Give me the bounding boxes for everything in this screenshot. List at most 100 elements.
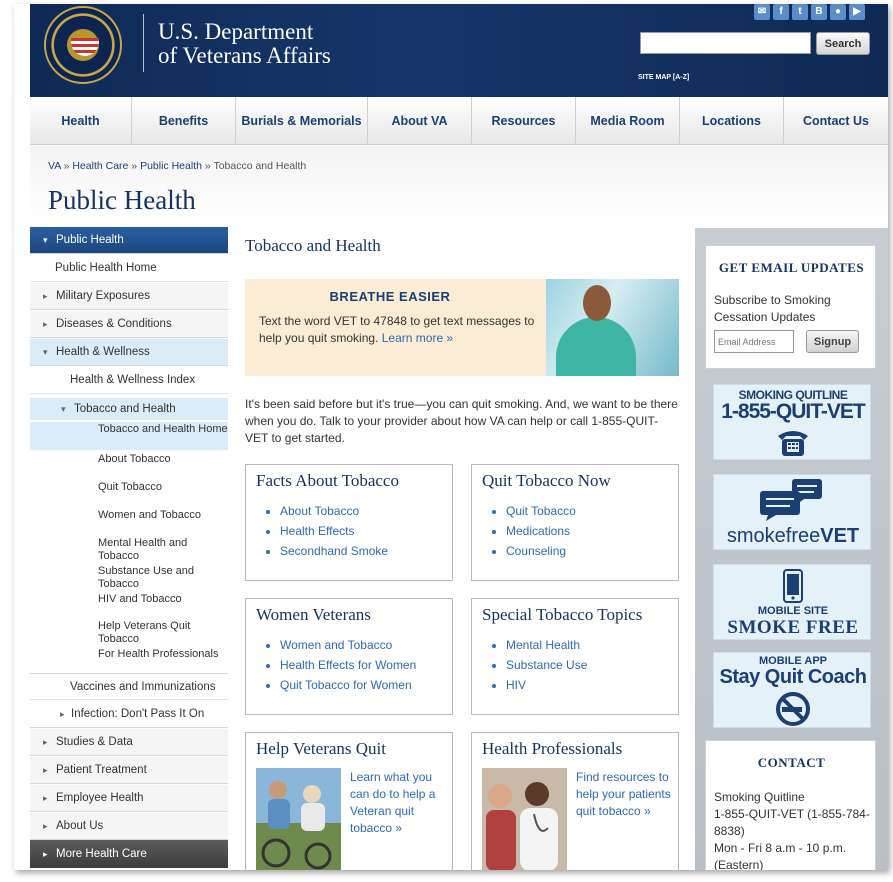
leftnav-sub-about-tobacco[interactable]: About Tobacco bbox=[30, 453, 228, 466]
mobile-app-title: Stay Quit Coach bbox=[719, 666, 867, 688]
box-title[interactable]: Health Professionals bbox=[482, 739, 622, 759]
promo-learn-more-link[interactable]: Learn more » bbox=[382, 331, 453, 345]
health-professionals-link[interactable]: Find resources to help your patients qui… bbox=[576, 769, 674, 820]
search-button[interactable]: Search bbox=[816, 32, 870, 55]
email-icon[interactable]: ✉ bbox=[754, 4, 770, 20]
help-veterans-link[interactable]: Learn what you can do to help a Veteran … bbox=[350, 769, 448, 837]
leftnav-employee-health[interactable]: Employee Health bbox=[30, 785, 228, 812]
leftnav-infection[interactable]: Infection: Don't Pass It On bbox=[30, 701, 228, 728]
quitline-number: 1-855-QUIT-VET bbox=[721, 400, 866, 423]
social-icons: ✉ f t B ● ▶ bbox=[754, 4, 865, 22]
title-band: VA » Health Care » Public Health » Tobac… bbox=[30, 145, 888, 225]
link-hiv[interactable]: HIV bbox=[506, 675, 587, 695]
leftnav-health-wellness[interactable]: Health & Wellness bbox=[30, 339, 228, 366]
email-field[interactable] bbox=[714, 330, 794, 353]
person-image bbox=[556, 317, 636, 376]
leftnav-sub-mental-health-tobacco[interactable]: Mental Health and Tobacco bbox=[30, 537, 190, 563]
leftnav-sub-quit-tobacco[interactable]: Quit Tobacco bbox=[30, 481, 228, 494]
nav-health[interactable]: Health bbox=[30, 97, 132, 145]
signup-button[interactable]: Signup bbox=[806, 330, 859, 353]
link-health-effects[interactable]: Health Effects bbox=[280, 521, 388, 541]
section-title: Tobacco and Health bbox=[245, 236, 381, 255]
nav-contact-us[interactable]: Contact Us bbox=[784, 97, 888, 145]
mobile-app-card[interactable]: MOBILE APP Stay Quit Coach bbox=[713, 652, 871, 728]
leftnav-sub-tobacco-home[interactable]: Tobacco and Health Home bbox=[30, 422, 228, 450]
leftnav-sub-women-tobacco[interactable]: Women and Tobacco bbox=[30, 509, 228, 522]
main-content: Tobacco and Health BREATHE EASIER Text t… bbox=[245, 227, 681, 870]
link-health-effects-women[interactable]: Health Effects for Women bbox=[280, 655, 416, 675]
link-about-tobacco[interactable]: About Tobacco bbox=[280, 501, 388, 521]
va-seal-logo[interactable] bbox=[44, 6, 122, 84]
box-title[interactable]: Women Veterans bbox=[256, 605, 371, 625]
smokefreevet-wordmark: smokefreeVET bbox=[714, 525, 872, 548]
link-quit-tobacco[interactable]: Quit Tobacco bbox=[506, 501, 576, 521]
leftnav-studies-data[interactable]: Studies & Data bbox=[30, 729, 228, 756]
smokefreevet-card[interactable]: smokefreeVET bbox=[713, 474, 871, 550]
contact-title: CONTACT bbox=[757, 755, 826, 770]
mobile-site-card[interactable]: MOBILE SITE SMOKE FREE bbox=[713, 564, 871, 640]
link-quit-tobacco-women[interactable]: Quit Tobacco for Women bbox=[280, 675, 416, 695]
header-divider bbox=[143, 14, 144, 72]
breadcrumb-current: Tobacco and Health bbox=[213, 160, 307, 172]
facebook-icon[interactable]: f bbox=[773, 4, 789, 20]
mobile-phone-icon bbox=[783, 569, 803, 603]
link-women-tobacco[interactable]: Women and Tobacco bbox=[280, 635, 416, 655]
leftnav-health-wellness-index[interactable]: Health & Wellness Index bbox=[30, 367, 228, 394]
sitemap-link[interactable]: SITE MAP [A-Z] bbox=[638, 74, 689, 81]
link-secondhand-smoke[interactable]: Secondhand Smoke bbox=[280, 541, 388, 561]
box-quit-tobacco-now: Quit Tobacco Now Quit Tobacco Medication… bbox=[471, 464, 679, 581]
breathe-easier-promo: BREATHE EASIER Text the word VET to 4784… bbox=[245, 279, 679, 376]
leftnav-about-us[interactable]: About Us bbox=[30, 813, 228, 840]
email-updates-title: GET EMAIL UPDATES bbox=[718, 260, 865, 275]
leftnav-vaccines[interactable]: Vaccines and Immunizations bbox=[30, 673, 228, 700]
breadcrumb-sep: » bbox=[63, 160, 70, 172]
leftnav-sub-hiv-tobacco[interactable]: HIV and Tobacco bbox=[30, 593, 228, 606]
breadcrumb-health-care[interactable]: Health Care bbox=[72, 160, 128, 172]
nav-resources[interactable]: Resources bbox=[472, 97, 576, 145]
twitter-icon[interactable]: t bbox=[792, 4, 808, 20]
box-title[interactable]: Quit Tobacco Now bbox=[482, 471, 611, 491]
leftnav-public-health-home[interactable]: Public Health Home bbox=[30, 255, 228, 282]
leftnav-sub-health-professionals[interactable]: For Health Professionals bbox=[30, 648, 228, 661]
masthead: U.S. Department of Veterans Affairs ✉ f … bbox=[30, 4, 888, 97]
box-title[interactable]: Facts About Tobacco bbox=[256, 471, 399, 491]
breadcrumb-public-health[interactable]: Public Health bbox=[140, 160, 202, 172]
leftnav-military-exposures[interactable]: Military Exposures bbox=[30, 283, 228, 310]
flickr-icon[interactable]: ● bbox=[830, 4, 846, 20]
blogger-icon[interactable]: B bbox=[811, 4, 827, 20]
leftnav-public-health[interactable]: Public Health bbox=[30, 227, 228, 254]
search-input[interactable] bbox=[640, 32, 811, 54]
nav-media-room[interactable]: Media Room bbox=[576, 97, 680, 145]
quitline-card[interactable]: SMOKING QUITLINE 1-855-QUIT-VET bbox=[713, 384, 871, 460]
link-counseling[interactable]: Counseling bbox=[506, 541, 576, 561]
link-substance-use[interactable]: Substance Use bbox=[506, 655, 587, 675]
nav-about-va[interactable]: About VA bbox=[368, 97, 472, 145]
leftnav-tobacco-health[interactable]: Tobacco and Health bbox=[30, 398, 228, 420]
nav-burials-memorials[interactable]: Burials & Memorials bbox=[236, 97, 368, 145]
leftnav-patient-treatment[interactable]: Patient Treatment bbox=[30, 757, 228, 784]
department-name-line1[interactable]: U.S. Department bbox=[158, 19, 313, 45]
department-name-line2[interactable]: of Veterans Affairs bbox=[158, 43, 331, 69]
breadcrumb: VA » Health Care » Public Health » Tobac… bbox=[48, 160, 306, 172]
leftnav-more-health-care[interactable]: More Health Care bbox=[30, 840, 228, 868]
contact-phone: 1-855-QUIT-VET (1-855-784-8838) bbox=[714, 807, 870, 838]
box-women-veterans: Women Veterans Women and Tobacco Health … bbox=[245, 598, 453, 715]
email-updates-text: Subscribe to Smoking Cessation Updates bbox=[714, 293, 831, 324]
leftnav-diseases-conditions[interactable]: Diseases & Conditions bbox=[30, 311, 228, 338]
promo-text: Text the word VET to 47848 to get text m… bbox=[259, 313, 539, 347]
box-special-tobacco-topics: Special Tobacco Topics Mental Health Sub… bbox=[471, 598, 679, 715]
leftnav-sub-help-veterans-quit[interactable]: Help Veterans Quit Tobacco bbox=[30, 620, 200, 646]
breadcrumb-va[interactable]: VA bbox=[48, 160, 61, 172]
nav-benefits[interactable]: Benefits bbox=[132, 97, 236, 145]
box-title[interactable]: Special Tobacco Topics bbox=[482, 605, 642, 625]
promo-title: BREATHE EASIER bbox=[329, 289, 451, 304]
doctor-photo bbox=[482, 768, 567, 870]
link-mental-health[interactable]: Mental Health bbox=[506, 635, 587, 655]
nav-locations[interactable]: Locations bbox=[680, 97, 784, 145]
chat-bubbles-icon bbox=[760, 479, 822, 521]
link-medications[interactable]: Medications bbox=[506, 521, 576, 541]
leftnav-sub-substance-use-tobacco[interactable]: Substance Use and Tobacco bbox=[30, 565, 200, 591]
youtube-icon[interactable]: ▶ bbox=[849, 4, 865, 20]
box-title[interactable]: Help Veterans Quit bbox=[256, 739, 386, 759]
left-nav: Public Health Public Health Home Militar… bbox=[30, 227, 228, 870]
